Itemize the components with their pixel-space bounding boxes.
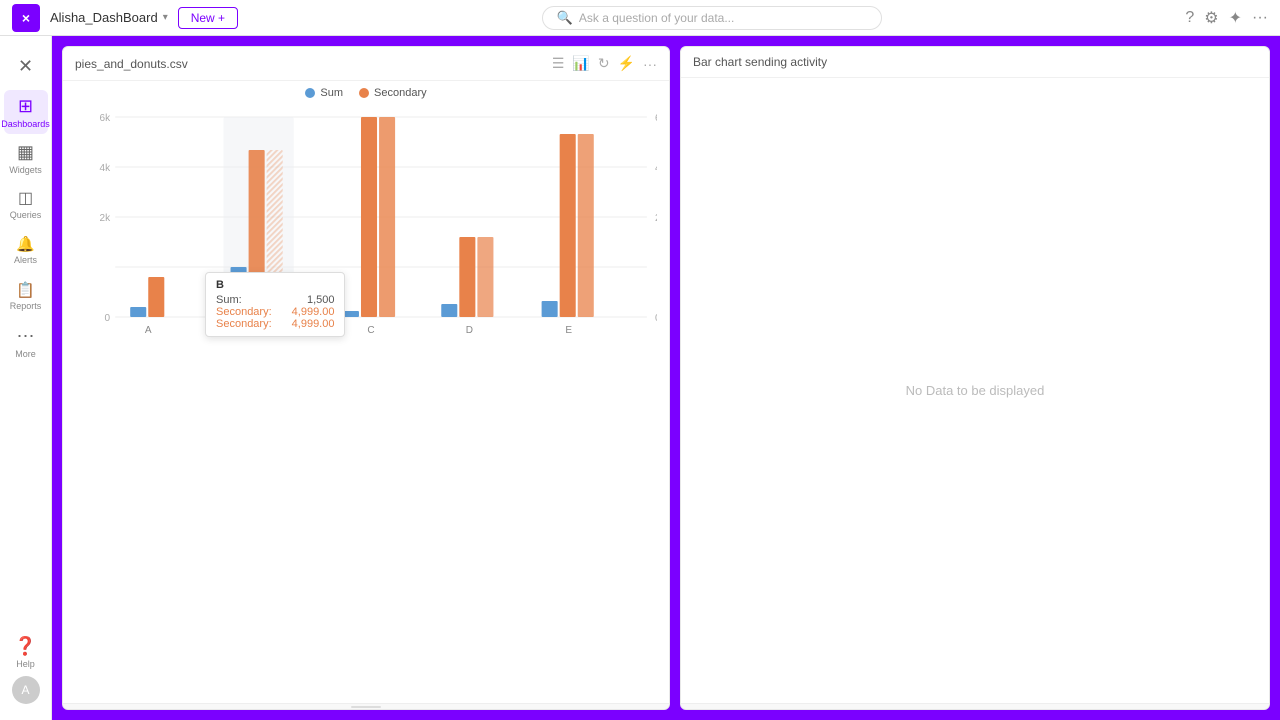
more-label: More: [15, 349, 36, 359]
right-panel: Bar chart sending activity No Data to be…: [680, 46, 1270, 710]
chart-legend: Sum Secondary: [63, 81, 669, 99]
alerts-label: Alerts: [14, 255, 37, 265]
queries-label: Queries: [10, 210, 42, 220]
more-panel-icon[interactable]: ···: [643, 56, 657, 72]
topbar: × Alisha_DashBoard ▾ New + 🔍 Ask a quest…: [0, 0, 1280, 36]
dashboards-icon: ⊞: [18, 96, 33, 117]
search-placeholder: Ask a question of your data...: [579, 11, 734, 25]
user-avatar[interactable]: A: [12, 676, 40, 704]
search-bar[interactable]: 🔍 Ask a question of your data...: [542, 6, 882, 30]
svg-text:4k: 4k: [655, 163, 657, 174]
tooltip-sum-row: Sum: 1,500: [216, 294, 334, 306]
help-icon[interactable]: ?: [1185, 9, 1194, 27]
alerts-icon: 🔔: [16, 235, 35, 253]
resize-handle[interactable]: [63, 703, 669, 709]
sidebar-item-widgets[interactable]: ▦ Widgets: [4, 136, 48, 180]
chart-icon[interactable]: 📊: [572, 55, 589, 72]
left-panel-title: pies_and_donuts.csv: [75, 57, 188, 71]
secondary-label: Secondary: [374, 87, 427, 99]
chart-tooltip: B Sum: 1,500 Secondary: 4,999.00 Seconda…: [205, 272, 345, 337]
svg-text:2k: 2k: [655, 213, 657, 224]
more-actions-icon[interactable]: ···: [1252, 9, 1268, 27]
chart-area: 6k 4k 2k 0 6k 4k 2k 0 A: [63, 99, 669, 703]
sum-label: Sum: [320, 87, 343, 99]
tooltip-secondary1-value: 4,999.00: [292, 306, 335, 318]
bar-chart[interactable]: 6k 4k 2k 0 6k 4k 2k 0 A: [75, 107, 657, 367]
refresh-icon[interactable]: ↻: [598, 55, 610, 72]
star-icon[interactable]: ✦: [1229, 8, 1242, 28]
search-area: 🔍 Ask a question of your data...: [248, 6, 1175, 30]
search-icon: 🔍: [557, 10, 573, 26]
sidebar-item-alerts[interactable]: 🔔 Alerts: [4, 228, 48, 272]
tooltip-secondary2-value: 4,999.00: [292, 318, 335, 330]
tooltip-secondary2-row: Secondary: 4,999.00: [216, 318, 334, 330]
help-circle-icon: ❓: [14, 636, 36, 657]
widgets-label: Widgets: [9, 165, 42, 175]
svg-text:0: 0: [655, 313, 657, 324]
new-button[interactable]: New +: [178, 7, 238, 29]
svg-text:0: 0: [105, 313, 111, 324]
list-icon[interactable]: ☰: [552, 55, 565, 72]
left-panel: pies_and_donuts.csv ☰ 📊 ↻ ⚡ ··· Sum Seco…: [62, 46, 670, 710]
no-data-area: No Data to be displayed: [681, 78, 1269, 703]
more-icon: ⋯: [17, 326, 35, 347]
reports-icon: 📋: [16, 281, 35, 299]
sidebar-item-dashboards[interactable]: ⊞ Dashboards: [4, 90, 48, 134]
queries-icon: ◫: [18, 188, 33, 208]
sidebar-item-more[interactable]: ⋯ More: [4, 320, 48, 364]
widgets-icon: ▦: [17, 142, 34, 163]
legend-sum: Sum: [305, 87, 343, 99]
close-icon: ✕: [18, 56, 33, 77]
reports-label: Reports: [10, 301, 42, 311]
settings-icon[interactable]: ⚙: [1204, 8, 1218, 28]
sidebar-item-close[interactable]: ✕: [4, 44, 48, 88]
svg-text:E: E: [565, 325, 572, 336]
left-panel-actions: ☰ 📊 ↻ ⚡ ···: [552, 55, 657, 72]
sidebar-item-reports[interactable]: 📋 Reports: [4, 274, 48, 318]
sidebar-item-queries[interactable]: ◫ Queries: [4, 182, 48, 226]
tooltip-secondary2-label: Secondary:: [216, 318, 272, 330]
secondary-dot: [359, 88, 369, 98]
title-chevron-icon: ▾: [163, 12, 168, 23]
svg-text:C: C: [367, 325, 374, 336]
svg-text:6k: 6k: [655, 113, 657, 124]
no-data-text: No Data to be displayed: [906, 383, 1045, 398]
tooltip-title: B: [216, 279, 334, 291]
svg-text:2k: 2k: [100, 213, 112, 224]
app-logo[interactable]: ×: [12, 4, 40, 32]
topbar-actions: ? ⚙ ✦ ···: [1185, 8, 1268, 28]
tooltip-sum-value: 1,500: [307, 294, 335, 306]
resize-indicator: [351, 706, 381, 708]
tooltip-secondary1-row: Secondary: 4,999.00: [216, 306, 334, 318]
sidebar: ✕ ⊞ Dashboards ▦ Widgets ◫ Queries 🔔 Ale…: [0, 36, 52, 720]
right-panel-header: Bar chart sending activity: [681, 47, 1269, 78]
filter-icon[interactable]: ⚡: [618, 55, 635, 72]
right-resize-handle[interactable]: [681, 703, 1269, 709]
svg-text:A: A: [145, 325, 152, 336]
sidebar-item-help[interactable]: ❓ Help: [4, 630, 48, 674]
legend-secondary: Secondary: [359, 87, 427, 99]
svg-text:4k: 4k: [100, 163, 112, 174]
tooltip-secondary1-label: Secondary:: [216, 306, 272, 318]
svg-text:6k: 6k: [100, 113, 112, 124]
dashboards-label: Dashboards: [1, 119, 50, 129]
left-panel-header: pies_and_donuts.csv ☰ 📊 ↻ ⚡ ···: [63, 47, 669, 81]
dashboard-title[interactable]: Alisha_DashBoard ▾: [50, 10, 168, 25]
main-content: pies_and_donuts.csv ☰ 📊 ↻ ⚡ ··· Sum Seco…: [52, 36, 1280, 720]
right-panel-title: Bar chart sending activity: [693, 55, 827, 69]
help-label: Help: [16, 659, 35, 669]
tooltip-sum-label: Sum:: [216, 294, 242, 306]
svg-text:D: D: [466, 325, 473, 336]
sum-dot: [305, 88, 315, 98]
